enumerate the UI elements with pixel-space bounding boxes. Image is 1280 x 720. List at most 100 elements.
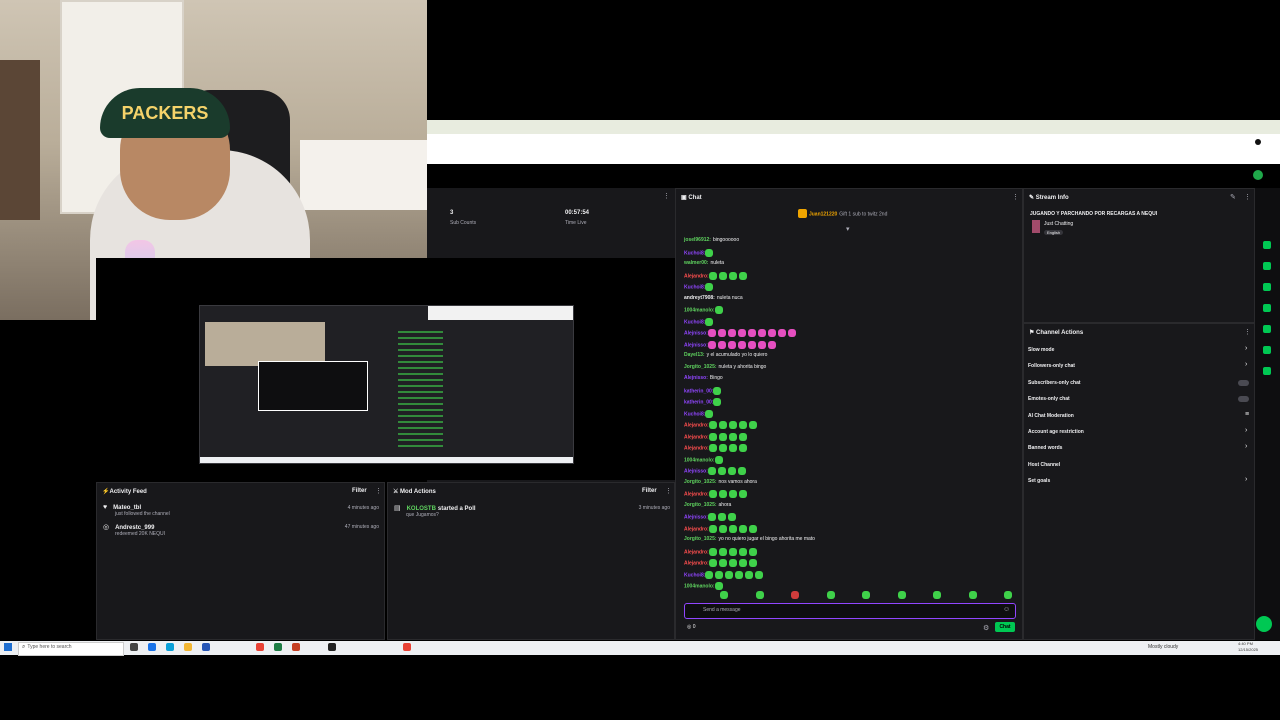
quick-action-settings[interactable] — [1263, 367, 1271, 375]
quick-emote[interactable] — [791, 591, 799, 599]
settings-sliders-icon[interactable]: ≡ — [1245, 411, 1249, 418]
chat-username[interactable]: Alejnisso: — [684, 342, 708, 348]
store-app-icon[interactable] — [202, 643, 210, 651]
chat-username[interactable]: Kuchoi8: — [684, 250, 705, 256]
chat-username[interactable]: Alejandro: — [684, 445, 709, 451]
chat-username[interactable]: 1004manolo: — [684, 457, 715, 463]
quick-action-raid[interactable] — [1263, 325, 1271, 333]
chat-username[interactable]: Jorgito_1025: — [684, 364, 717, 370]
quick-emote[interactable] — [720, 591, 728, 599]
browser-address-bar[interactable] — [427, 134, 1280, 164]
chat-username[interactable]: Alejnisso: — [684, 514, 708, 520]
chat-username[interactable]: Alejandro: — [684, 491, 709, 497]
chat-username[interactable]: walmer00: — [684, 260, 708, 266]
weather-status[interactable]: Mostly cloudy — [1148, 644, 1178, 650]
chat-send-button[interactable]: Chat — [995, 622, 1015, 632]
chat-username[interactable]: Jorgito_1025: — [684, 536, 717, 542]
quick-emote[interactable] — [897, 591, 906, 599]
channel-points-display[interactable]: ◎ 0 — [687, 624, 696, 630]
activity-more-icon[interactable]: ⋮ — [375, 487, 382, 495]
channel-actions-more-icon[interactable]: ⋮ — [1244, 328, 1251, 336]
chat-text: yo no quiero jugar el bingo ahorita me m… — [718, 536, 815, 542]
chrome-app-icon[interactable] — [256, 643, 264, 651]
chat-input[interactable]: Send a message ☺ — [684, 603, 1016, 619]
toggle-switch[interactable] — [1238, 396, 1249, 403]
edit-stream-info-icon[interactable]: ✎ — [1230, 193, 1236, 201]
file-explorer-icon[interactable] — [184, 643, 192, 651]
chat-username[interactable]: katherin_00: — [684, 399, 713, 405]
emote-picker-icon[interactable]: ☺ — [1003, 606, 1010, 613]
channel-action-row[interactable]: AI Chat Moderation — [1028, 413, 1074, 419]
channel-action-row[interactable]: Host Channel — [1028, 462, 1060, 468]
quick-action-marker[interactable] — [1263, 283, 1271, 291]
obs-app-icon[interactable] — [328, 643, 336, 651]
more-options-icon[interactable]: ⋮ — [663, 192, 670, 200]
stream-tag[interactable]: English — [1044, 230, 1064, 235]
chat-username[interactable]: Alejandro: — [684, 526, 709, 532]
edge-app-icon[interactable] — [166, 643, 174, 651]
channel-action-row[interactable]: Subscribers-only chat — [1028, 380, 1081, 386]
quick-action-clip[interactable] — [1263, 241, 1271, 249]
chat-username[interactable]: josel96912: — [684, 237, 711, 243]
chat-username[interactable]: Kuchoi8: — [684, 319, 705, 325]
chat-username[interactable]: Alejandro: — [684, 434, 709, 440]
chevron-right-icon[interactable]: › — [1245, 476, 1247, 483]
chat-username[interactable]: Jorgito_1025: — [684, 479, 717, 485]
help-button[interactable] — [1256, 616, 1272, 632]
channel-action-row[interactable]: Banned words — [1028, 445, 1062, 451]
chat-username[interactable]: Kuchoi8: — [684, 284, 705, 290]
stream-category[interactable]: Just Chatting — [1044, 221, 1073, 227]
chat-username[interactable]: katherin_00: — [684, 388, 713, 394]
quick-action-prediction[interactable] — [1263, 346, 1271, 354]
chat-username[interactable]: Alejandro: — [684, 422, 709, 428]
chat-username[interactable]: andreyt7908: — [684, 295, 715, 301]
chevron-right-icon[interactable]: › — [1245, 427, 1247, 434]
profile-avatar[interactable] — [1253, 170, 1263, 180]
channel-action-row[interactable]: Set goals — [1028, 478, 1050, 484]
chevron-right-icon[interactable]: › — [1245, 361, 1247, 368]
chrome-app-icon-2[interactable] — [403, 643, 411, 651]
channel-action-row[interactable]: Emotes-only chat — [1028, 396, 1070, 402]
quick-emote[interactable] — [862, 591, 870, 599]
chevron-right-icon[interactable]: › — [1245, 345, 1247, 352]
task-view-icon[interactable] — [130, 643, 138, 651]
quick-emote[interactable] — [826, 591, 835, 599]
mod-more-icon[interactable]: ⋮ — [665, 487, 672, 495]
chat-username[interactable]: Dayel13: — [684, 352, 705, 358]
chat-username[interactable]: 1004manolo: — [684, 583, 715, 589]
channel-action-row[interactable]: Followers-only chat — [1028, 363, 1075, 369]
channel-action-row[interactable]: Account age restriction — [1028, 429, 1084, 435]
browser-app-icon[interactable] — [148, 643, 156, 651]
quick-emote[interactable] — [1004, 591, 1012, 599]
quick-action-ad[interactable] — [1263, 262, 1271, 270]
quick-action-chat[interactable] — [1263, 304, 1271, 312]
stream-info-more-icon[interactable]: ⋮ — [1244, 193, 1251, 201]
chat-username[interactable]: Alejnisso: — [684, 468, 708, 474]
toggle-switch[interactable] — [1238, 379, 1249, 386]
taskbar-clock[interactable]: 4:40 PM 12/15/2025 — [1238, 641, 1258, 653]
chat-username[interactable]: Alejandro: — [684, 273, 709, 279]
chat-username[interactable]: Jorgito_1025: — [684, 502, 717, 508]
chat-username[interactable]: Alejandro: — [684, 560, 709, 566]
powerpoint-app-icon[interactable] — [292, 643, 300, 651]
quick-emote[interactable] — [755, 591, 764, 599]
chat-settings-icon[interactable]: ⚙ — [983, 624, 989, 632]
mod-filter-button[interactable]: Filter — [642, 488, 657, 494]
chat-username[interactable]: Kuchoi8: — [684, 572, 705, 578]
windows-start-icon[interactable] — [4, 643, 12, 651]
chat-username[interactable]: Kuchoi8: — [684, 411, 705, 417]
chat-username[interactable]: 1004manolo: — [684, 307, 715, 313]
quick-emote[interactable] — [933, 591, 941, 599]
chat-more-icon[interactable]: ⋮ — [1012, 193, 1019, 201]
chat-username[interactable]: Alejnisso: — [684, 375, 708, 381]
scroll-pin-icon[interactable]: ▾ — [846, 225, 850, 233]
quick-emote[interactable] — [968, 591, 977, 599]
taskbar-search[interactable]: ⌕ Type here to search — [18, 642, 124, 656]
excel-app-icon[interactable] — [274, 643, 282, 651]
chevron-right-icon[interactable]: › — [1245, 443, 1247, 450]
browser-close-icon[interactable] — [1255, 139, 1261, 145]
activity-filter-button[interactable]: Filter — [352, 488, 367, 494]
chat-username[interactable]: Alejnisso: — [684, 330, 708, 336]
chat-username[interactable]: Alejandro: — [684, 549, 709, 555]
channel-action-row[interactable]: Slow mode — [1028, 347, 1054, 353]
